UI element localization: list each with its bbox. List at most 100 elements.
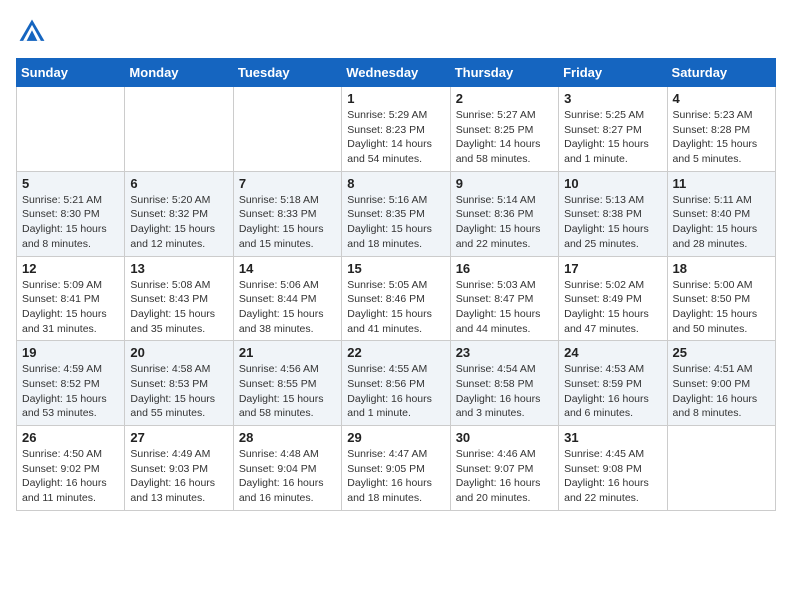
calendar-cell: 29 Sunrise: 4:47 AM Sunset: 9:05 PM Dayli… <box>342 426 450 511</box>
calendar-cell: 25Sunrise: 4:51 AM Sunset: 9:00 PM Dayli… <box>667 341 775 426</box>
day-number: 8 <box>347 176 444 191</box>
col-header-wednesday: Wednesday <box>342 59 450 87</box>
day-number: 16 <box>456 261 553 276</box>
calendar-cell: 19 Sunrise: 4:59 AM Sunset: 8:52 PM Dayli… <box>17 341 125 426</box>
day-number: 18 <box>673 261 770 276</box>
calendar-cell: 20Sunrise: 4:58 AM Sunset: 8:53 PM Dayli… <box>125 341 233 426</box>
calendar-cell: 24 Sunrise: 4:53 AM Sunset: 8:59 PM Dayli… <box>559 341 667 426</box>
calendar-cell: 11 Sunrise: 5:11 AM Sunset: 8:40 PM Dayli… <box>667 171 775 256</box>
day-info: Sunrise: 4:54 AM Sunset: 8:58 PM Dayligh… <box>456 362 553 421</box>
calendar-cell: 2 Sunrise: 5:27 AM Sunset: 8:25 PM Daylig… <box>450 87 558 172</box>
day-number: 5 <box>22 176 119 191</box>
calendar-cell <box>667 426 775 511</box>
day-info: Sunrise: 4:45 AM Sunset: 9:08 PM Dayligh… <box>564 447 661 506</box>
day-number: 29 <box>347 430 444 445</box>
calendar-cell: 31 Sunrise: 4:45 AM Sunset: 9:08 PM Dayli… <box>559 426 667 511</box>
day-info: Sunrise: 5:02 AM Sunset: 8:49 PM Dayligh… <box>564 278 661 337</box>
day-number: 17 <box>564 261 661 276</box>
calendar-cell: 4 Sunrise: 5:23 AM Sunset: 8:28 PM Daylig… <box>667 87 775 172</box>
day-info: Sunrise: 4:48 AM Sunset: 9:04 PM Dayligh… <box>239 447 336 506</box>
calendar-cell: 28 Sunrise: 4:48 AM Sunset: 9:04 PM Dayli… <box>233 426 341 511</box>
day-info: Sunrise: 5:23 AM Sunset: 8:28 PM Dayligh… <box>673 108 770 167</box>
day-info: Sunrise: 4:53 AM Sunset: 8:59 PM Dayligh… <box>564 362 661 421</box>
day-number: 1 <box>347 91 444 106</box>
calendar-week-row: 26 Sunrise: 4:50 AM Sunset: 9:02 PM Dayli… <box>17 426 776 511</box>
calendar-cell: 1 Sunrise: 5:29 AM Sunset: 8:23 PM Daylig… <box>342 87 450 172</box>
calendar-cell: 5 Sunrise: 5:21 AM Sunset: 8:30 PM Daylig… <box>17 171 125 256</box>
day-info: Sunrise: 5:20 AM Sunset: 8:32 PM Dayligh… <box>130 193 227 252</box>
calendar-cell: 12Sunrise: 5:09 AM Sunset: 8:41 PM Dayli… <box>17 256 125 341</box>
calendar-header-row: SundayMondayTuesdayWednesdayThursdayFrid… <box>17 59 776 87</box>
day-info: Sunrise: 5:08 AM Sunset: 8:43 PM Dayligh… <box>130 278 227 337</box>
day-number: 13 <box>130 261 227 276</box>
calendar-week-row: 19 Sunrise: 4:59 AM Sunset: 8:52 PM Dayli… <box>17 341 776 426</box>
calendar-cell: 14Sunrise: 5:06 AM Sunset: 8:44 PM Dayli… <box>233 256 341 341</box>
calendar-cell: 30 Sunrise: 4:46 AM Sunset: 9:07 PM Dayli… <box>450 426 558 511</box>
col-header-thursday: Thursday <box>450 59 558 87</box>
day-number: 20 <box>130 345 227 360</box>
day-info: Sunrise: 5:27 AM Sunset: 8:25 PM Dayligh… <box>456 108 553 167</box>
day-info: Sunrise: 5:09 AM Sunset: 8:41 PM Dayligh… <box>22 278 119 337</box>
calendar-cell: 21 Sunrise: 4:56 AM Sunset: 8:55 PM Dayli… <box>233 341 341 426</box>
day-number: 6 <box>130 176 227 191</box>
calendar-cell <box>233 87 341 172</box>
day-number: 24 <box>564 345 661 360</box>
day-info: Sunrise: 5:14 AM Sunset: 8:36 PM Dayligh… <box>456 193 553 252</box>
calendar-cell: 18 Sunrise: 5:00 AM Sunset: 8:50 PM Dayli… <box>667 256 775 341</box>
col-header-friday: Friday <box>559 59 667 87</box>
day-number: 27 <box>130 430 227 445</box>
day-info: Sunrise: 5:06 AM Sunset: 8:44 PM Dayligh… <box>239 278 336 337</box>
calendar-week-row: 5 Sunrise: 5:21 AM Sunset: 8:30 PM Daylig… <box>17 171 776 256</box>
day-number: 11 <box>673 176 770 191</box>
calendar-cell: 8Sunrise: 5:16 AM Sunset: 8:35 PM Daylig… <box>342 171 450 256</box>
day-info: Sunrise: 4:59 AM Sunset: 8:52 PM Dayligh… <box>22 362 119 421</box>
day-number: 19 <box>22 345 119 360</box>
calendar-cell: 16Sunrise: 5:03 AM Sunset: 8:47 PM Dayli… <box>450 256 558 341</box>
day-number: 26 <box>22 430 119 445</box>
day-number: 31 <box>564 430 661 445</box>
day-info: Sunrise: 5:29 AM Sunset: 8:23 PM Dayligh… <box>347 108 444 167</box>
calendar-cell <box>17 87 125 172</box>
calendar-cell: 22 Sunrise: 4:55 AM Sunset: 8:56 PM Dayli… <box>342 341 450 426</box>
calendar-cell: 26 Sunrise: 4:50 AM Sunset: 9:02 PM Dayli… <box>17 426 125 511</box>
day-number: 4 <box>673 91 770 106</box>
day-number: 21 <box>239 345 336 360</box>
calendar-cell: 7Sunrise: 5:18 AM Sunset: 8:33 PM Daylig… <box>233 171 341 256</box>
day-info: Sunrise: 5:11 AM Sunset: 8:40 PM Dayligh… <box>673 193 770 252</box>
day-number: 7 <box>239 176 336 191</box>
day-number: 23 <box>456 345 553 360</box>
calendar-cell: 23 Sunrise: 4:54 AM Sunset: 8:58 PM Dayli… <box>450 341 558 426</box>
day-number: 2 <box>456 91 553 106</box>
day-number: 30 <box>456 430 553 445</box>
calendar-cell: 6 Sunrise: 5:20 AM Sunset: 8:32 PM Daylig… <box>125 171 233 256</box>
day-number: 9 <box>456 176 553 191</box>
day-info: Sunrise: 4:46 AM Sunset: 9:07 PM Dayligh… <box>456 447 553 506</box>
day-number: 22 <box>347 345 444 360</box>
day-info: Sunrise: 4:56 AM Sunset: 8:55 PM Dayligh… <box>239 362 336 421</box>
logo-icon <box>16 16 48 48</box>
day-info: Sunrise: 5:13 AM Sunset: 8:38 PM Dayligh… <box>564 193 661 252</box>
day-number: 10 <box>564 176 661 191</box>
calendar-cell <box>125 87 233 172</box>
day-info: Sunrise: 4:51 AM Sunset: 9:00 PM Dayligh… <box>673 362 770 421</box>
day-info: Sunrise: 4:50 AM Sunset: 9:02 PM Dayligh… <box>22 447 119 506</box>
calendar-cell: 3Sunrise: 5:25 AM Sunset: 8:27 PM Daylig… <box>559 87 667 172</box>
calendar-cell: 13 Sunrise: 5:08 AM Sunset: 8:43 PM Dayli… <box>125 256 233 341</box>
col-header-sunday: Sunday <box>17 59 125 87</box>
day-number: 15 <box>347 261 444 276</box>
calendar-week-row: 1 Sunrise: 5:29 AM Sunset: 8:23 PM Daylig… <box>17 87 776 172</box>
day-info: Sunrise: 4:55 AM Sunset: 8:56 PM Dayligh… <box>347 362 444 421</box>
calendar-table: SundayMondayTuesdayWednesdayThursdayFrid… <box>16 58 776 511</box>
col-header-monday: Monday <box>125 59 233 87</box>
calendar-cell: 27Sunrise: 4:49 AM Sunset: 9:03 PM Dayli… <box>125 426 233 511</box>
day-info: Sunrise: 4:47 AM Sunset: 9:05 PM Dayligh… <box>347 447 444 506</box>
calendar-cell: 10 Sunrise: 5:13 AM Sunset: 8:38 PM Dayli… <box>559 171 667 256</box>
calendar-cell: 17 Sunrise: 5:02 AM Sunset: 8:49 PM Dayli… <box>559 256 667 341</box>
day-info: Sunrise: 5:05 AM Sunset: 8:46 PM Dayligh… <box>347 278 444 337</box>
logo <box>16 16 52 48</box>
day-info: Sunrise: 5:21 AM Sunset: 8:30 PM Dayligh… <box>22 193 119 252</box>
calendar-week-row: 12Sunrise: 5:09 AM Sunset: 8:41 PM Dayli… <box>17 256 776 341</box>
day-info: Sunrise: 5:00 AM Sunset: 8:50 PM Dayligh… <box>673 278 770 337</box>
col-header-saturday: Saturday <box>667 59 775 87</box>
day-number: 28 <box>239 430 336 445</box>
